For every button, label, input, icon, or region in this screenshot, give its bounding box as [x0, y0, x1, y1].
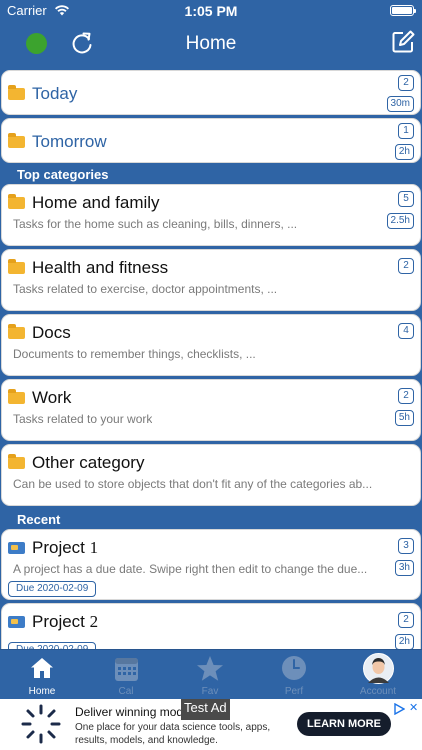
section-header-top-categories: Top categories — [17, 167, 109, 182]
category-row-health-and-fitness[interactable]: Health and fitness Tasks related to exer… — [1, 249, 421, 311]
tomorrow-label: Tomorrow — [32, 132, 107, 151]
due-date-badge: Due 2020-02-09 — [8, 581, 97, 597]
avatar-icon — [363, 653, 394, 689]
today-label: Today — [32, 84, 78, 103]
tab-cal[interactable]: Cal — [84, 650, 168, 700]
tab-label: Home — [28, 686, 56, 697]
category-row-work[interactable]: Work Tasks related to your work 2 5h — [1, 379, 421, 441]
navigation-bar: Home — [0, 22, 422, 66]
count-badge: 1 — [398, 123, 414, 139]
duration-badge: 5h — [394, 410, 414, 426]
folder-icon — [8, 85, 25, 100]
tab-fav[interactable]: Fav — [168, 650, 252, 700]
category-name: Home and family — [32, 193, 160, 212]
category-name: Health and fitness — [32, 258, 169, 277]
project-row-1[interactable]: Project 1 A project has a due date. Swip… — [1, 529, 421, 600]
status-bar: Carrier 1:05 PM — [0, 0, 422, 22]
category-row-other-category[interactable]: Other category Can be used to store obje… — [1, 444, 421, 506]
calendar-icon — [114, 656, 139, 687]
ad-body: One place for your data science tools, a… — [75, 722, 271, 746]
project-name: Project 2 — [32, 612, 98, 632]
duration-badge: 2h — [394, 634, 414, 650]
folder-icon — [8, 259, 25, 274]
tab-home[interactable]: Home — [0, 650, 84, 700]
page-title: Home — [185, 33, 237, 54]
ad-headline: Deliver winning models — [75, 705, 199, 719]
star-icon — [196, 655, 224, 687]
count-badge: 2 — [398, 75, 414, 91]
ad-close-icon[interactable]: ✕ — [409, 701, 418, 714]
count-badge: 3 — [398, 538, 414, 554]
category-name: Other category — [32, 453, 145, 472]
project-description: A project has a due date. Swipe right th… — [13, 562, 368, 576]
count-badge: 4 — [398, 323, 414, 339]
section-header-recent: Recent — [17, 512, 61, 527]
project-icon — [8, 542, 25, 554]
category-description: Tasks for the home such as cleaning, bil… — [13, 217, 298, 231]
category-description: Tasks related to exercise, doctor appoin… — [13, 282, 278, 296]
tab-label: Account — [359, 686, 397, 697]
project-number: 2 — [89, 612, 99, 631]
duration-badge: 30m — [386, 96, 414, 112]
project-name: Project 1 — [32, 538, 98, 558]
category-description: Documents to remember things, checklists… — [13, 347, 256, 361]
folder-icon — [8, 133, 25, 148]
tab-label: Cal — [118, 686, 134, 697]
duration-badge: 2.5h — [386, 213, 414, 229]
clock-time: 1:05 PM — [184, 3, 238, 19]
count-badge: 2 — [398, 258, 414, 274]
category-name: Docs — [32, 323, 71, 342]
folder-icon — [8, 389, 25, 404]
tab-perf[interactable]: Perf — [252, 650, 336, 700]
tab-label: Perf — [284, 686, 304, 697]
battery-icon — [390, 5, 416, 16]
home-icon — [30, 656, 54, 685]
count-badge: 5 — [398, 191, 414, 207]
today-row[interactable]: Today 2 30m — [1, 70, 421, 115]
adchoices-icon[interactable] — [393, 702, 406, 720]
category-row-home-and-family[interactable]: Home and family Tasks for the home such … — [1, 184, 421, 246]
learn-more-button[interactable]: LEARN MORE — [297, 712, 391, 736]
tab-bar: Home Cal Fav Perf Account — [0, 649, 422, 699]
count-badge: 2 — [398, 612, 414, 628]
project-icon — [8, 616, 25, 628]
folder-icon — [8, 194, 25, 209]
project-name-text: Project — [32, 538, 85, 557]
duration-badge: 2h — [394, 144, 414, 160]
category-row-docs[interactable]: Docs Documents to remember things, check… — [1, 314, 421, 376]
project-name-text: Project — [32, 612, 85, 631]
ad-banner[interactable]: Deliver winning models One place for you… — [0, 699, 422, 750]
tab-account[interactable]: Account — [336, 650, 420, 700]
tab-label: Fav — [201, 686, 219, 697]
category-description: Can be used to store objects that don't … — [13, 477, 373, 491]
folder-icon — [8, 454, 25, 469]
count-badge: 2 — [398, 388, 414, 404]
compose-icon[interactable] — [391, 30, 415, 59]
clock-icon — [281, 655, 307, 686]
folder-icon — [8, 324, 25, 339]
duration-badge: 3h — [394, 560, 414, 576]
ad-logo-icon — [21, 704, 61, 749]
tomorrow-row[interactable]: Tomorrow 1 2h — [1, 118, 421, 163]
test-ad-tag: Test Ad — [181, 699, 230, 720]
project-number: 1 — [89, 538, 99, 557]
category-description: Tasks related to your work — [13, 412, 153, 426]
category-name: Work — [32, 388, 72, 407]
